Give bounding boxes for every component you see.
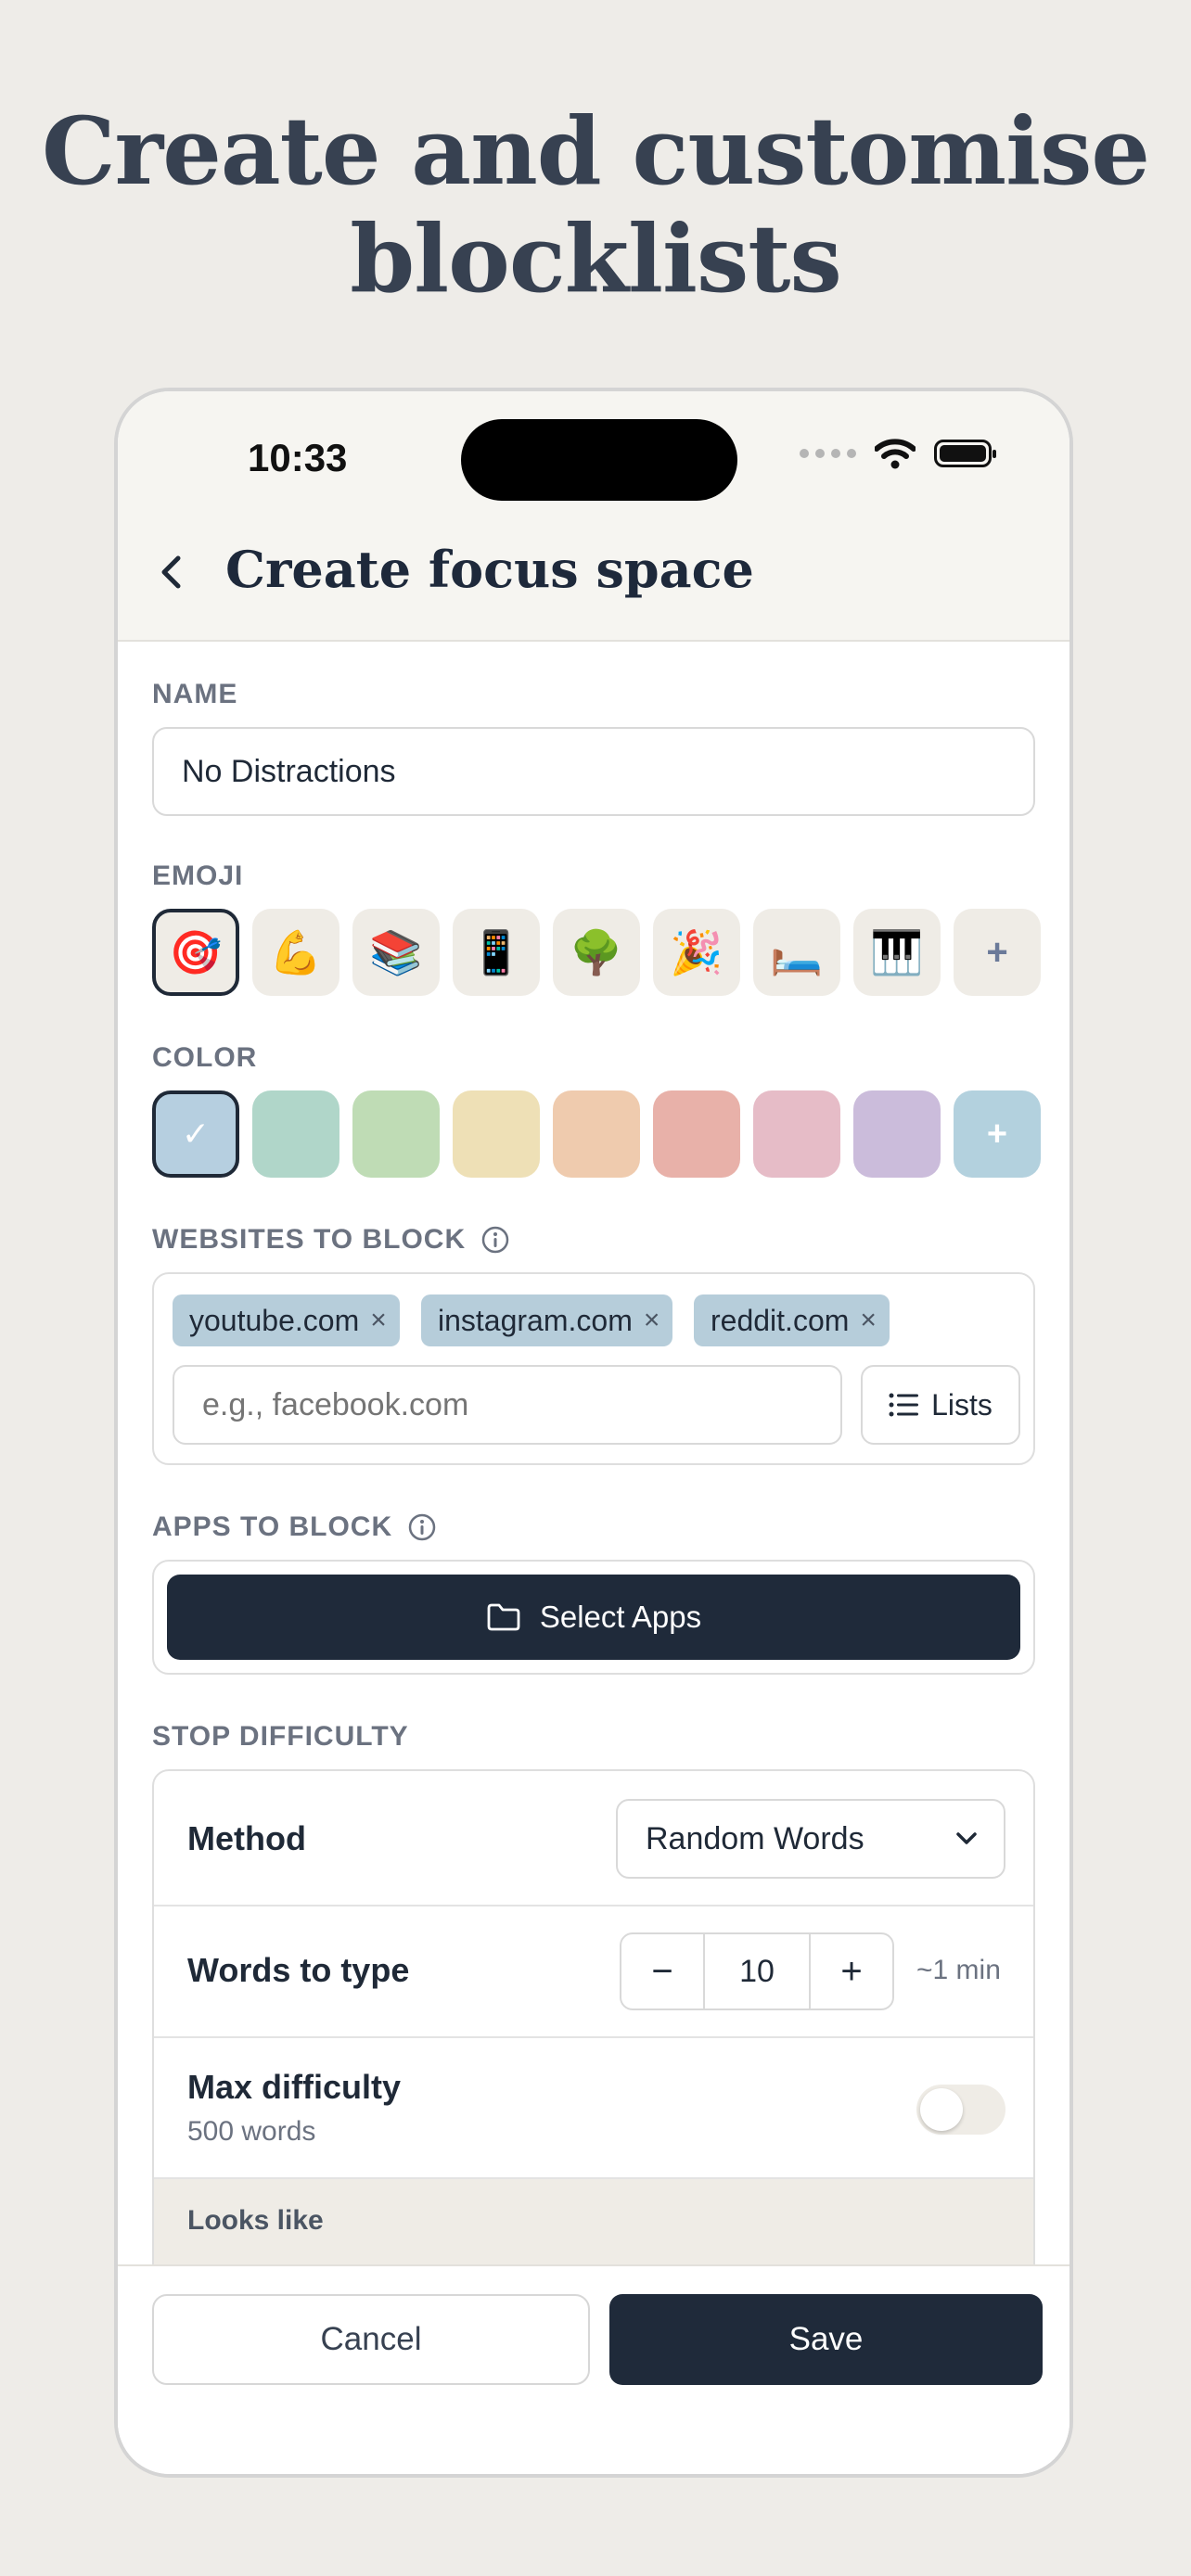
emoji-option-phone[interactable]: 📱 — [453, 909, 540, 996]
save-button[interactable]: Save — [609, 2294, 1043, 2385]
name-input[interactable]: No Distractions — [152, 727, 1035, 816]
list-icon — [889, 1393, 919, 1417]
emoji-option-party[interactable]: 🎉 — [653, 909, 740, 996]
lists-button-label: Lists — [931, 1387, 992, 1422]
website-chip: instagram.com × — [421, 1294, 673, 1346]
screen-title: Create focus space — [225, 540, 754, 599]
apps-label: APPS TO BLOCK — [152, 1511, 437, 1543]
name-label-text: NAME — [152, 679, 238, 709]
status-icons — [800, 438, 996, 469]
color-swatch[interactable] — [653, 1090, 740, 1178]
headline-line-2: blocklists — [350, 204, 842, 313]
battery-icon — [934, 440, 996, 467]
cancel-button[interactable]: Cancel — [152, 2294, 590, 2385]
stop-difficulty-label: STOP DIFFICULTY — [152, 1721, 409, 1753]
emoji-option-muscle[interactable]: 💪 — [252, 909, 339, 996]
color-label: COLOR — [152, 1042, 257, 1074]
color-swatch[interactable] — [853, 1090, 941, 1178]
emoji-option-tree[interactable]: 🌳 — [553, 909, 640, 996]
name-label: NAME — [152, 679, 237, 710]
decrement-button[interactable]: − — [621, 1934, 705, 2009]
words-label: Words to type — [187, 1951, 410, 1989]
method-label: Method — [187, 1819, 306, 1857]
website-input[interactable] — [173, 1365, 842, 1445]
emoji-option-bed[interactable]: 🛏️ — [753, 909, 840, 996]
words-count[interactable]: 10 — [705, 1934, 809, 2009]
color-swatch[interactable] — [553, 1090, 640, 1178]
folder-icon — [487, 1603, 520, 1631]
remove-chip-icon[interactable]: × — [644, 1305, 660, 1336]
info-icon[interactable] — [480, 1225, 510, 1255]
emoji-option-piano[interactable]: 🎹 — [853, 909, 941, 996]
method-row: Method Random Words — [154, 1771, 1033, 1906]
back-button[interactable] — [146, 547, 196, 597]
method-select[interactable]: Random Words — [616, 1799, 1005, 1879]
websites-box: youtube.com × instagram.com × reddit.com… — [152, 1272, 1035, 1465]
color-label-text: COLOR — [152, 1042, 258, 1073]
footer-bar: Cancel Save — [118, 2264, 1069, 2474]
emoji-option-books[interactable]: 📚 — [352, 909, 440, 996]
apps-label-text: APPS TO BLOCK — [152, 1511, 393, 1542]
website-chip: reddit.com × — [694, 1294, 890, 1346]
chip-label: youtube.com — [189, 1303, 360, 1337]
signal-icon — [800, 449, 856, 458]
color-swatch[interactable]: ✓ — [152, 1090, 239, 1178]
max-difficulty-row: Max difficulty 500 words — [154, 2038, 1033, 2179]
phone-frame: 10:33 Create focus space NAME No Distrac… — [114, 388, 1073, 2478]
remove-chip-icon[interactable]: × — [370, 1305, 387, 1336]
words-row: Words to type − 10 + ~1 min — [154, 1906, 1033, 2038]
max-difficulty-sub: 500 words — [187, 2116, 316, 2147]
emoji-label-text: EMOJI — [152, 861, 244, 891]
color-picker: ✓ + — [152, 1090, 1041, 1178]
add-color-button[interactable]: + — [954, 1090, 1041, 1178]
select-apps-label: Select Apps — [539, 1600, 702, 1634]
chevron-down-icon — [956, 1832, 977, 1844]
toggle-knob — [920, 2088, 963, 2131]
chip-label: instagram.com — [438, 1303, 633, 1337]
words-stepper: − 10 + — [620, 1932, 894, 2010]
plus-icon: + — [986, 1114, 1008, 1154]
remove-chip-icon[interactable]: × — [860, 1305, 877, 1336]
chip-label: reddit.com — [711, 1303, 850, 1337]
headline: Create and customise blocklists — [0, 97, 1191, 312]
method-select-value: Random Words — [646, 1820, 864, 1856]
check-icon: ✓ — [181, 1115, 211, 1153]
emoji-picker: 🎯 💪 📚 📱 🌳 🎉 🛏️ 🎹 + — [152, 909, 1041, 996]
status-time: 10:33 — [248, 436, 348, 479]
wifi-icon — [875, 439, 916, 469]
looks-like-label: Looks like — [187, 2205, 324, 2236]
select-apps-button[interactable]: Select Apps — [167, 1575, 1020, 1660]
max-difficulty-label: Max difficulty — [187, 2068, 402, 2106]
add-emoji-button[interactable]: + — [954, 909, 1041, 996]
color-swatch[interactable] — [753, 1090, 840, 1178]
lists-button[interactable]: Lists — [861, 1365, 1020, 1445]
emoji-option-target[interactable]: 🎯 — [152, 909, 239, 996]
increment-button[interactable]: + — [809, 1934, 892, 2009]
dynamic-island — [461, 419, 737, 501]
words-estimate: ~1 min — [916, 1955, 1001, 1985]
websites-label-text: WEBSITES TO BLOCK — [152, 1224, 467, 1255]
color-swatch[interactable] — [252, 1090, 339, 1178]
max-difficulty-toggle[interactable] — [916, 2085, 1005, 2135]
websites-label: WEBSITES TO BLOCK — [152, 1224, 510, 1256]
website-chip: youtube.com × — [173, 1294, 400, 1346]
stop-difficulty-card: Method Random Words Words to type − 10 +… — [152, 1769, 1035, 2289]
top-bar: 10:33 Create focus space — [118, 391, 1069, 642]
stop-difficulty-label-text: STOP DIFFICULTY — [152, 1721, 409, 1752]
apps-box: Select Apps — [152, 1560, 1035, 1675]
info-icon[interactable] — [407, 1512, 437, 1542]
headline-line-1: Create and customise — [41, 96, 1150, 206]
chevron-left-icon — [161, 555, 181, 589]
color-swatch[interactable] — [453, 1090, 540, 1178]
color-swatch[interactable] — [352, 1090, 440, 1178]
emoji-label: EMOJI — [152, 861, 243, 892]
